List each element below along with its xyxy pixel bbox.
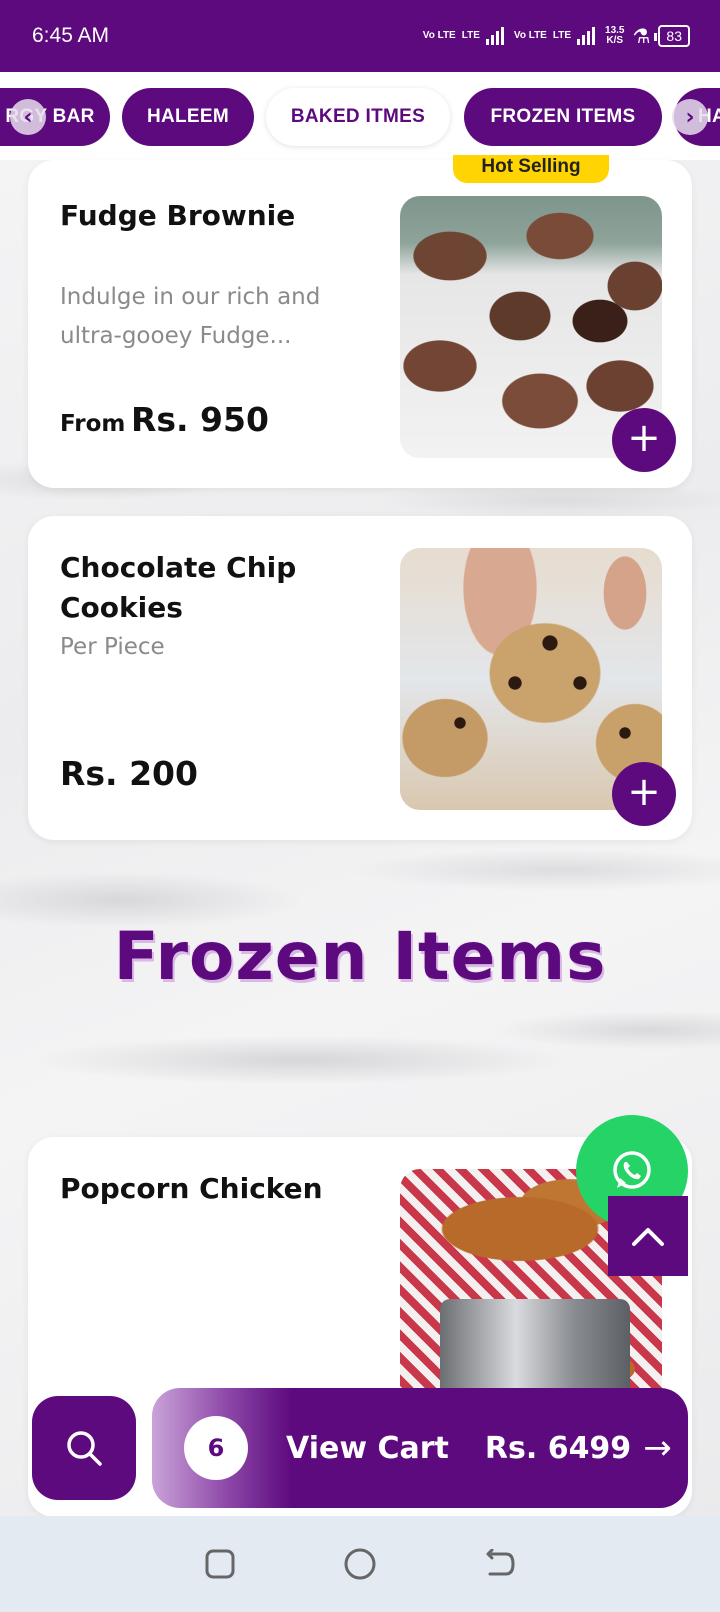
battery-indicator: 83 — [654, 25, 690, 47]
status-icons: Vo LTE LTE Vo LTE LTE 13.5 K/S ⚗ 83 — [423, 24, 690, 49]
status-time: 6:45 AM — [32, 24, 110, 47]
status-bar: 6:45 AM Vo LTE LTE Vo LTE LTE 13.5 K/S ⚗ … — [0, 0, 720, 72]
product-price: Rs. 200 — [60, 754, 198, 793]
add-to-cart-button[interactable]: + — [612, 408, 676, 472]
lte-label-1: LTE — [461, 30, 480, 41]
tabs-scroll-right-icon[interactable]: › — [672, 99, 708, 135]
square-icon — [205, 1549, 235, 1579]
scroll-to-top-button[interactable] — [608, 1196, 688, 1276]
view-cart-label: View Cart — [286, 1430, 449, 1466]
cart-total: Rs. 6499 — [484, 1430, 632, 1466]
search-icon — [67, 1431, 102, 1466]
product-description: Indulge in our rich and ultra-gooey Fudg… — [60, 284, 321, 349]
search-button[interactable] — [32, 1396, 136, 1500]
circle-icon — [344, 1548, 376, 1580]
add-to-cart-button[interactable]: + — [612, 762, 676, 826]
product-title: Chocolate Chip Cookies — [60, 551, 297, 624]
product-price: From Rs. 950 — [60, 400, 269, 439]
product-card-chocolate-chip-cookies[interactable]: Chocolate Chip Cookies Per Piece Rs. 200… — [28, 516, 692, 840]
arrow-right-icon: → — [643, 1428, 672, 1468]
home-button[interactable] — [340, 1544, 380, 1584]
back-button[interactable] — [480, 1544, 520, 1584]
system-navigation-bar — [0, 1516, 720, 1612]
network-speed: 13.5 K/S — [605, 25, 625, 46]
lte-label-2: LTE — [552, 30, 572, 41]
price-amount: Rs. 200 — [60, 754, 198, 793]
product-title: Fudge Brownie — [60, 199, 296, 232]
signal-icon-1 — [485, 27, 504, 45]
price-amount: Rs. 950 — [130, 400, 269, 439]
tab-haleem[interactable]: HALEEM — [122, 88, 254, 146]
tab-frozen-items[interactable]: FROZEN ITEMS — [464, 88, 662, 146]
category-tabs: RGY BAR ‹ HALEEM BAKED ITMES FROZEN ITEM… — [0, 72, 720, 160]
recent-apps-button[interactable] — [200, 1544, 240, 1584]
chevron-up-icon — [632, 1228, 664, 1246]
section-title-frozen-items: Frozen Items — [113, 918, 607, 995]
tab-label: HALEEM — [146, 106, 230, 127]
product-card-fudge-brownie[interactable]: Fudge Brownie Indulge in our rich and ul… — [28, 160, 692, 488]
flask-icon: ⚗ — [632, 25, 651, 48]
whatsapp-icon — [613, 1151, 651, 1189]
price-prefix: From — [60, 411, 126, 437]
cart-count-badge: 6 — [184, 1416, 248, 1480]
tab-baked-items[interactable]: BAKED ITMES — [266, 88, 450, 146]
product-description: Per Piece — [60, 634, 165, 660]
tabs-scroll-left-icon[interactable]: ‹ — [10, 99, 46, 135]
hot-selling-badge: Hot Selling — [453, 155, 609, 183]
volte-label-2: Vo LTE — [513, 30, 547, 41]
view-cart-button[interactable]: 6 View Cart Rs. 6499 → — [152, 1388, 688, 1508]
volte-label-1: Vo LTE — [422, 30, 456, 41]
back-icon — [486, 1549, 515, 1576]
signal-icon-2 — [577, 27, 596, 45]
tab-label: FROZEN ITEMS — [490, 106, 636, 127]
tab-label: BAKED ITMES — [290, 106, 426, 127]
product-title: Popcorn Chicken — [60, 1172, 323, 1205]
